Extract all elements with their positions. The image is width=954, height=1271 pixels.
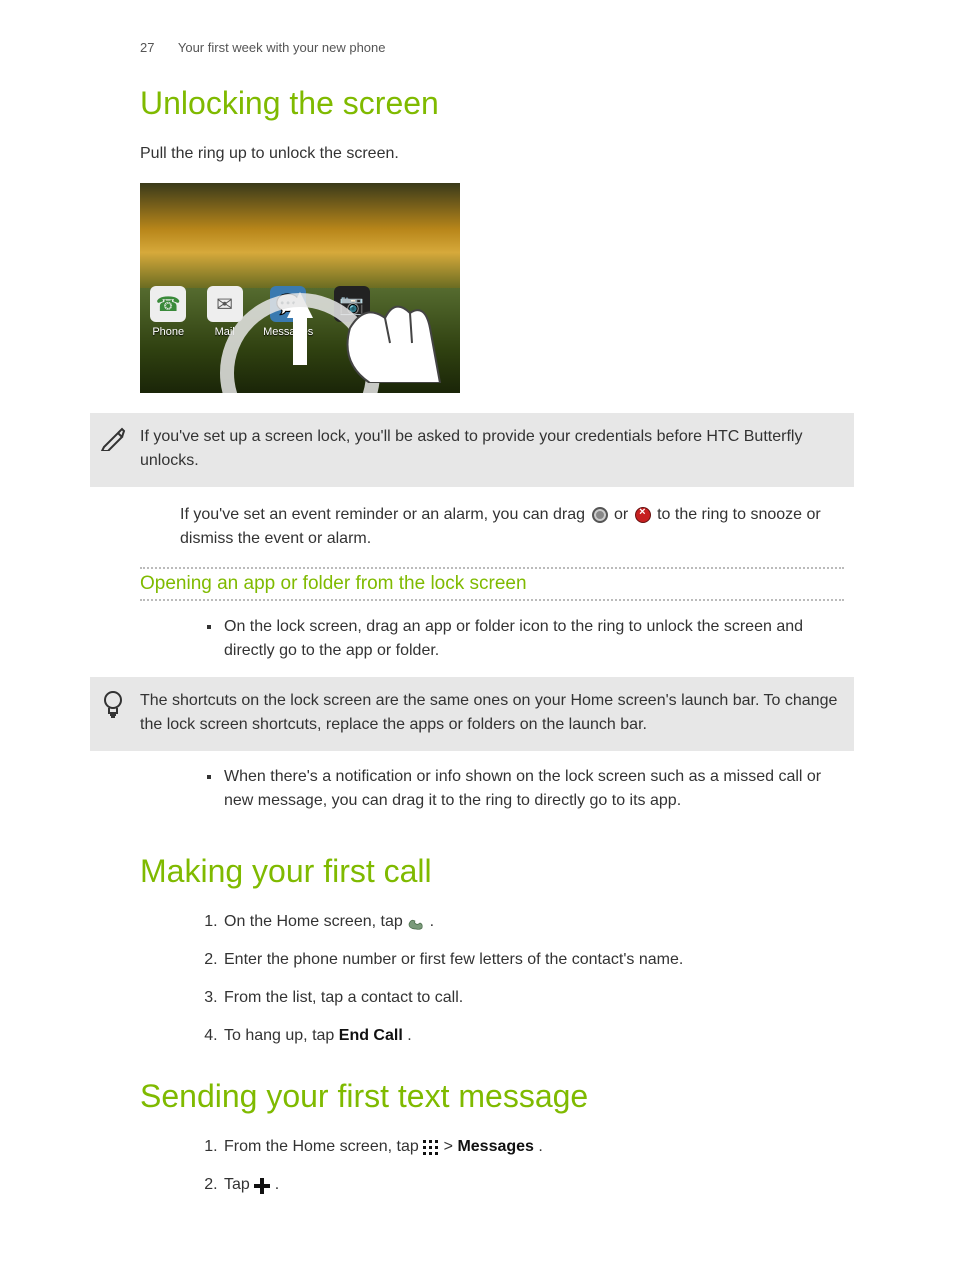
call-step-1: On the Home screen, tap . [222, 910, 844, 934]
unlocking-intro: Pull the ring up to unlock the screen. [140, 142, 844, 165]
end-call-label: End Call [339, 1027, 403, 1044]
text-step-1: From the Home screen, tap > Messages . [222, 1135, 844, 1159]
dismiss-icon [635, 507, 651, 523]
dock-item-phone: ☎ Phone [150, 286, 186, 338]
bullet-drag-app: On the lock screen, drag an app or folde… [222, 615, 844, 663]
apps-grid-icon [423, 1140, 439, 1156]
phone-icon: ☎ [150, 286, 186, 322]
page-content: 27 Your first week with your new phone U… [0, 0, 954, 1271]
call-step-2: Enter the phone number or first few lett… [222, 948, 844, 972]
separator [140, 599, 844, 601]
call-step-3: From the list, tap a contact to call. [222, 986, 844, 1010]
call-step-4: To hang up, tap End Call . [222, 1024, 844, 1048]
chapter-title: Your first week with your new phone [178, 40, 386, 55]
lockscreen-screenshot: ☎ Phone ✉ Mail 💬 Messages 📷 [140, 183, 460, 393]
note-shortcuts-text: The shortcuts on the lock screen are the… [140, 692, 837, 733]
section-first-call-title: Making your first call [140, 853, 844, 890]
mail-icon: ✉ [207, 286, 243, 322]
section-first-text-title: Sending your first text message [140, 1078, 844, 1115]
pencil-icon [100, 425, 126, 451]
page-number: 27 [140, 40, 154, 55]
bullet-notification: When there's a notification or info show… [222, 765, 844, 813]
messages-label: Messages [457, 1138, 534, 1155]
section-unlocking-title: Unlocking the screen [140, 85, 844, 122]
note-shortcuts: The shortcuts on the lock screen are the… [90, 677, 854, 751]
plus-icon [254, 1178, 270, 1194]
finger-illustration [330, 283, 450, 383]
separator [140, 567, 844, 569]
snooze-icon [592, 507, 608, 523]
note-credentials: If you've set up a screen lock, you'll b… [90, 413, 854, 487]
lightbulb-icon [100, 689, 126, 715]
note-credentials-text: If you've set up a screen lock, you'll b… [140, 428, 802, 469]
subsection-opening-app: Opening an app or folder from the lock s… [140, 573, 844, 595]
page-header: 27 Your first week with your new phone [140, 40, 844, 55]
inline-drag-info: If you've set an event reminder or an al… [140, 503, 844, 551]
phone-dialer-icon [407, 915, 425, 929]
text-step-2: Tap . [222, 1173, 844, 1197]
